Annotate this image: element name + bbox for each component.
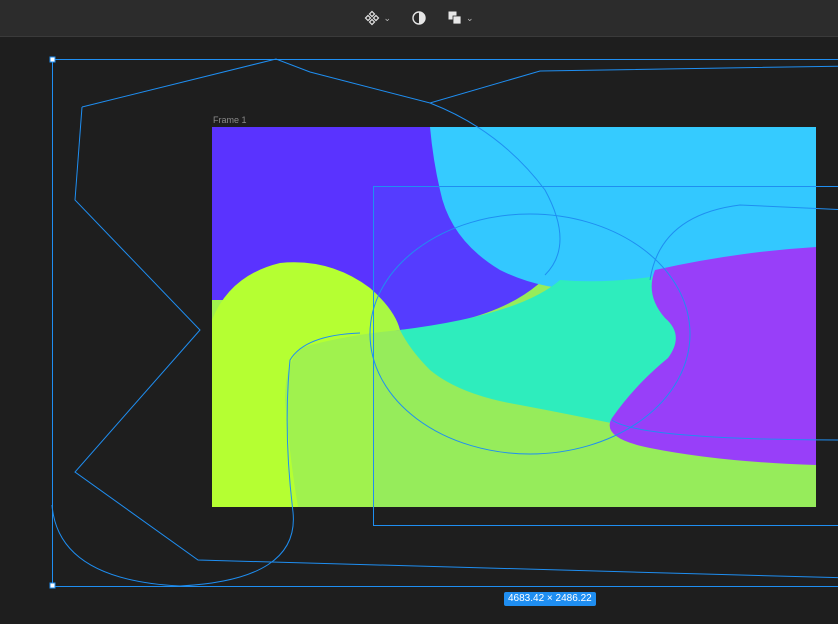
contrast-icon xyxy=(412,11,426,25)
design-canvas[interactable]: Frame 1 4683.42 × 2486.22 xyxy=(0,37,838,624)
chevron-down-icon: ⌄ xyxy=(466,12,474,23)
boolean-union-icon xyxy=(448,11,462,25)
canvas-artwork xyxy=(49,56,838,589)
top-toolbar: ⌄ ⌄ xyxy=(0,0,838,37)
frame-label[interactable]: Frame 1 xyxy=(213,115,247,125)
chevron-down-icon: ⌄ xyxy=(383,12,391,23)
frame-1-content[interactable] xyxy=(212,127,816,507)
dimension-badge: 4683.42 × 2486.22 xyxy=(504,592,596,606)
component-icon xyxy=(365,10,380,26)
mask-tool-button[interactable] xyxy=(411,6,427,30)
boolean-tool-button[interactable]: ⌄ xyxy=(447,6,474,30)
component-tool-button[interactable]: ⌄ xyxy=(364,6,391,30)
selected-frame-overlay xyxy=(373,186,816,507)
